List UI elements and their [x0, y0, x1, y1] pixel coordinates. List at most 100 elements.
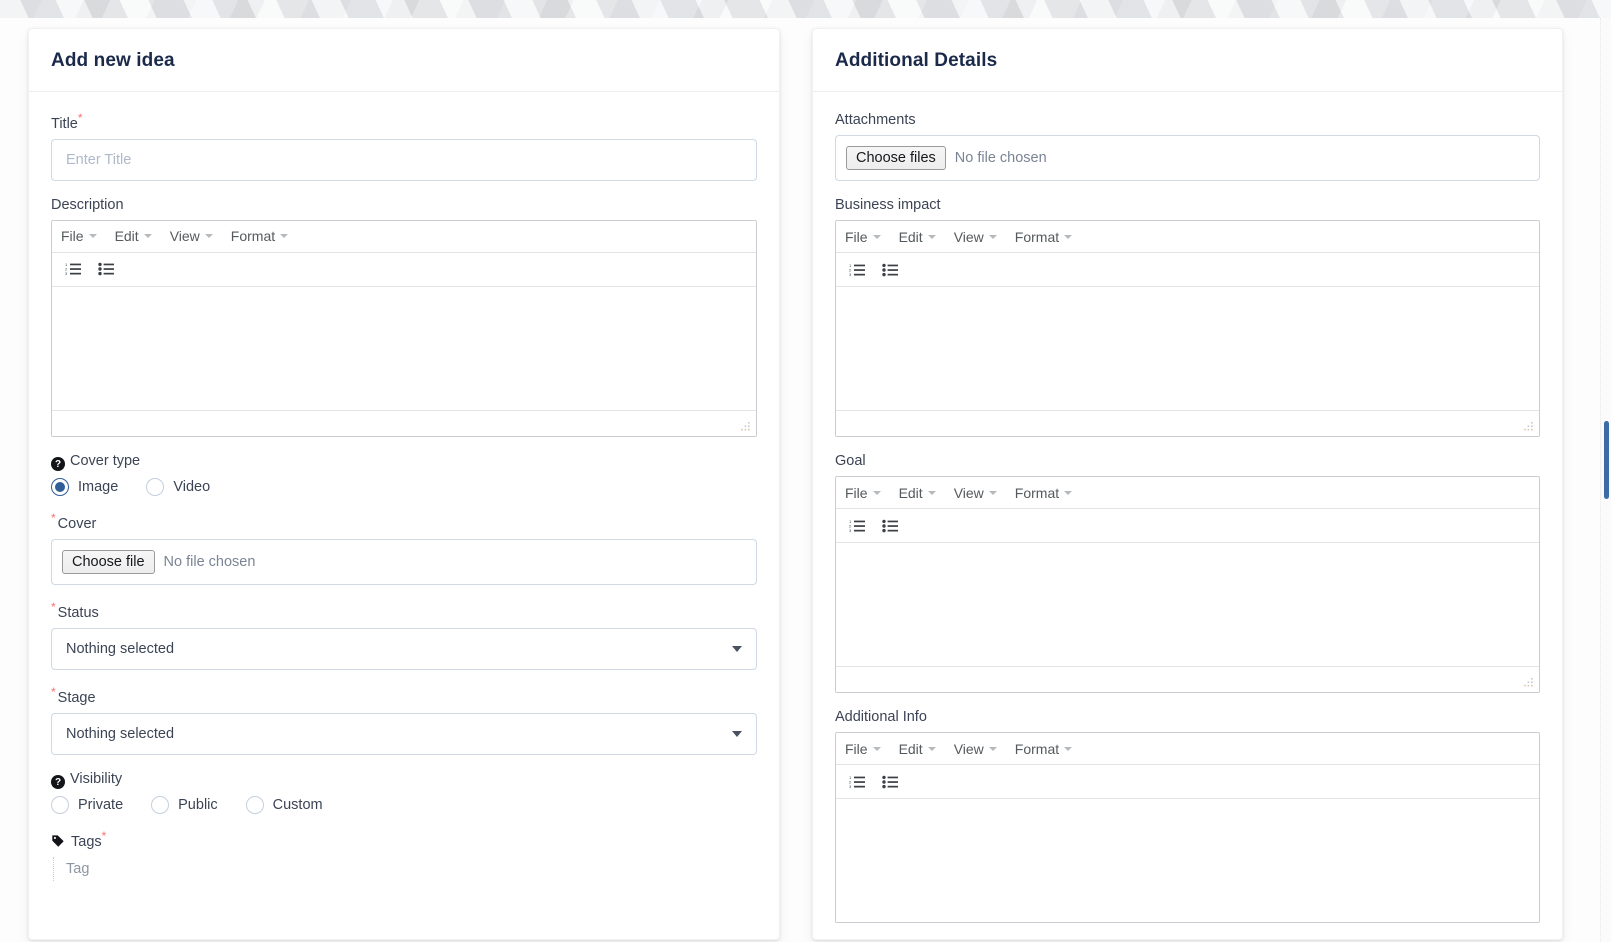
chevron-down-icon — [1064, 490, 1073, 495]
numbered-list-icon[interactable]: 123 — [64, 259, 84, 279]
editor-menu-view-label: View — [953, 740, 984, 757]
editor-menu-file-label: File — [61, 228, 84, 245]
add-new-idea-card-header: Add new idea — [29, 29, 779, 92]
choose-files-button[interactable]: Choose files — [846, 146, 946, 170]
radio-visibility-custom[interactable]: Custom — [245, 796, 323, 815]
editor-menu-file-label: File — [845, 228, 868, 245]
editor-menu-file[interactable]: File — [61, 228, 97, 244]
status-select[interactable]: Nothing selected — [51, 627, 757, 670]
resize-grip-icon[interactable] — [1523, 677, 1535, 689]
radio-visibility-public[interactable]: Public — [151, 796, 218, 815]
radio-visibility-custom-control[interactable] — [245, 796, 264, 815]
page-scrollbar[interactable] — [1600, 18, 1611, 942]
status-form-group: * Status Nothing selected — [51, 601, 757, 670]
bulleted-list-icon[interactable] — [881, 772, 901, 792]
stage-label-text: Stage — [57, 689, 96, 706]
numbered-list-icon[interactable]: 123 — [848, 772, 868, 792]
status-label: * Status — [51, 601, 757, 621]
radio-cover-type-image-control[interactable] — [51, 478, 69, 497]
business-impact-editor-statusbar — [836, 410, 1539, 436]
editor-menu-view[interactable]: View — [954, 485, 997, 501]
editor-menubar: File Edit View Format — [836, 477, 1539, 509]
editor-menu-format[interactable]: Format — [231, 228, 289, 244]
title-label: Title* — [51, 112, 757, 132]
editor-menu-format[interactable]: Format — [1014, 484, 1073, 501]
radio-visibility-private-control[interactable] — [51, 796, 69, 815]
cover-label-text: Cover — [57, 516, 97, 533]
radio-visibility-public-control[interactable] — [151, 796, 170, 815]
chevron-down-icon — [88, 234, 97, 239]
visibility-radio-group: Private Public Custom — [51, 796, 757, 815]
additional-details-card-body: Attachments Choose files No file chosen … — [813, 92, 1562, 923]
radio-visibility-custom-label: Custom — [272, 797, 323, 814]
editor-menu-edit[interactable]: Edit — [899, 485, 936, 501]
page-title: Add new idea — [51, 50, 175, 71]
editor-menu-file[interactable]: File — [845, 741, 881, 757]
status-required-asterisk: * — [51, 600, 56, 615]
numbered-list-icon[interactable]: 123 — [848, 516, 868, 536]
business-impact-editor-content[interactable] — [836, 287, 1539, 410]
question-circle-icon[interactable]: ? — [51, 457, 65, 472]
resize-grip-icon[interactable] — [740, 421, 752, 433]
additional-info-label: Additional Info — [835, 709, 927, 725]
stage-select[interactable]: Nothing selected — [51, 712, 757, 755]
chevron-down-icon — [927, 234, 936, 239]
chevron-down-icon — [1064, 234, 1073, 239]
editor-menu-format-label: Format — [1014, 484, 1060, 501]
description-label: Description — [51, 196, 124, 213]
description-editor-content[interactable] — [52, 286, 756, 410]
page-scrollbar-thumb[interactable] — [1604, 421, 1609, 499]
page-container: Add new idea Title* Description File — [0, 18, 1611, 942]
radio-cover-type-video-control[interactable] — [146, 478, 165, 497]
editor-menu-file[interactable]: File — [845, 485, 881, 501]
editor-menu-format[interactable]: Format — [1015, 741, 1073, 757]
title-input[interactable] — [51, 138, 757, 181]
cover-required-asterisk: * — [51, 511, 56, 526]
editor-menubar: File Edit View Format — [52, 220, 756, 253]
cover-label: * Cover — [51, 512, 757, 532]
tags-input-wrapper[interactable] — [53, 857, 757, 882]
choose-file-button[interactable]: Choose file — [62, 550, 155, 575]
tag-input[interactable] — [64, 857, 264, 882]
editor-menu-edit[interactable]: Edit — [899, 229, 936, 245]
radio-cover-type-video[interactable]: Video — [146, 478, 211, 497]
goal-editor-content[interactable] — [836, 543, 1539, 666]
svg-text:3: 3 — [849, 784, 852, 789]
resize-grip-icon[interactable] — [1523, 421, 1535, 433]
question-circle-icon[interactable]: ? — [51, 775, 65, 790]
editor-menu-file[interactable]: File — [845, 229, 881, 245]
editor-menu-edit[interactable]: Edit — [115, 228, 152, 244]
radio-cover-type-image[interactable]: Image — [51, 478, 118, 497]
description-form-group: Description File Edit View Format 123 — [51, 197, 757, 437]
chevron-down-icon — [927, 746, 936, 751]
editor-menu-view[interactable]: View — [954, 229, 997, 245]
chevron-down-icon — [872, 234, 881, 239]
additional-info-editor[interactable]: File Edit View Format 123 — [835, 732, 1540, 923]
cover-type-form-group: ? Cover type Image Video — [51, 453, 757, 497]
editor-menu-edit[interactable]: Edit — [899, 741, 936, 757]
numbered-list-icon[interactable]: 123 — [848, 260, 868, 280]
editor-menu-edit-label: Edit — [898, 484, 923, 501]
description-editor[interactable]: File Edit View Format 123 — [51, 219, 757, 437]
attachments-file-input[interactable]: Choose files No file chosen — [835, 135, 1540, 181]
additional-info-editor-content[interactable] — [836, 799, 1539, 922]
bulleted-list-icon[interactable] — [881, 516, 901, 536]
business-impact-form-group: Business impact File Edit View Format 12… — [835, 197, 1540, 437]
editor-menu-view[interactable]: View — [170, 228, 213, 244]
cover-file-status: No file chosen — [163, 554, 256, 571]
radio-cover-type-video-label: Video — [173, 479, 211, 496]
business-impact-editor[interactable]: File Edit View Format 123 — [835, 220, 1540, 437]
bulleted-list-icon[interactable] — [881, 260, 901, 280]
goal-form-group: Goal File Edit View Format 123 — [835, 453, 1540, 693]
chevron-down-icon — [732, 645, 742, 652]
attachments-file-status: No file chosen — [954, 150, 1047, 166]
editor-menu-view[interactable]: View — [954, 741, 997, 757]
cover-type-label-text: Cover type — [70, 452, 141, 469]
radio-visibility-private[interactable]: Private — [51, 796, 123, 815]
cover-file-input[interactable]: Choose file No file chosen — [51, 539, 757, 586]
editor-menu-format[interactable]: Format — [1015, 229, 1073, 245]
goal-editor[interactable]: File Edit View Format 123 — [835, 476, 1540, 693]
stage-select-value: Nothing selected — [66, 725, 175, 742]
bulleted-list-icon[interactable] — [97, 259, 117, 279]
add-new-idea-card: Add new idea Title* Description File — [28, 28, 780, 940]
